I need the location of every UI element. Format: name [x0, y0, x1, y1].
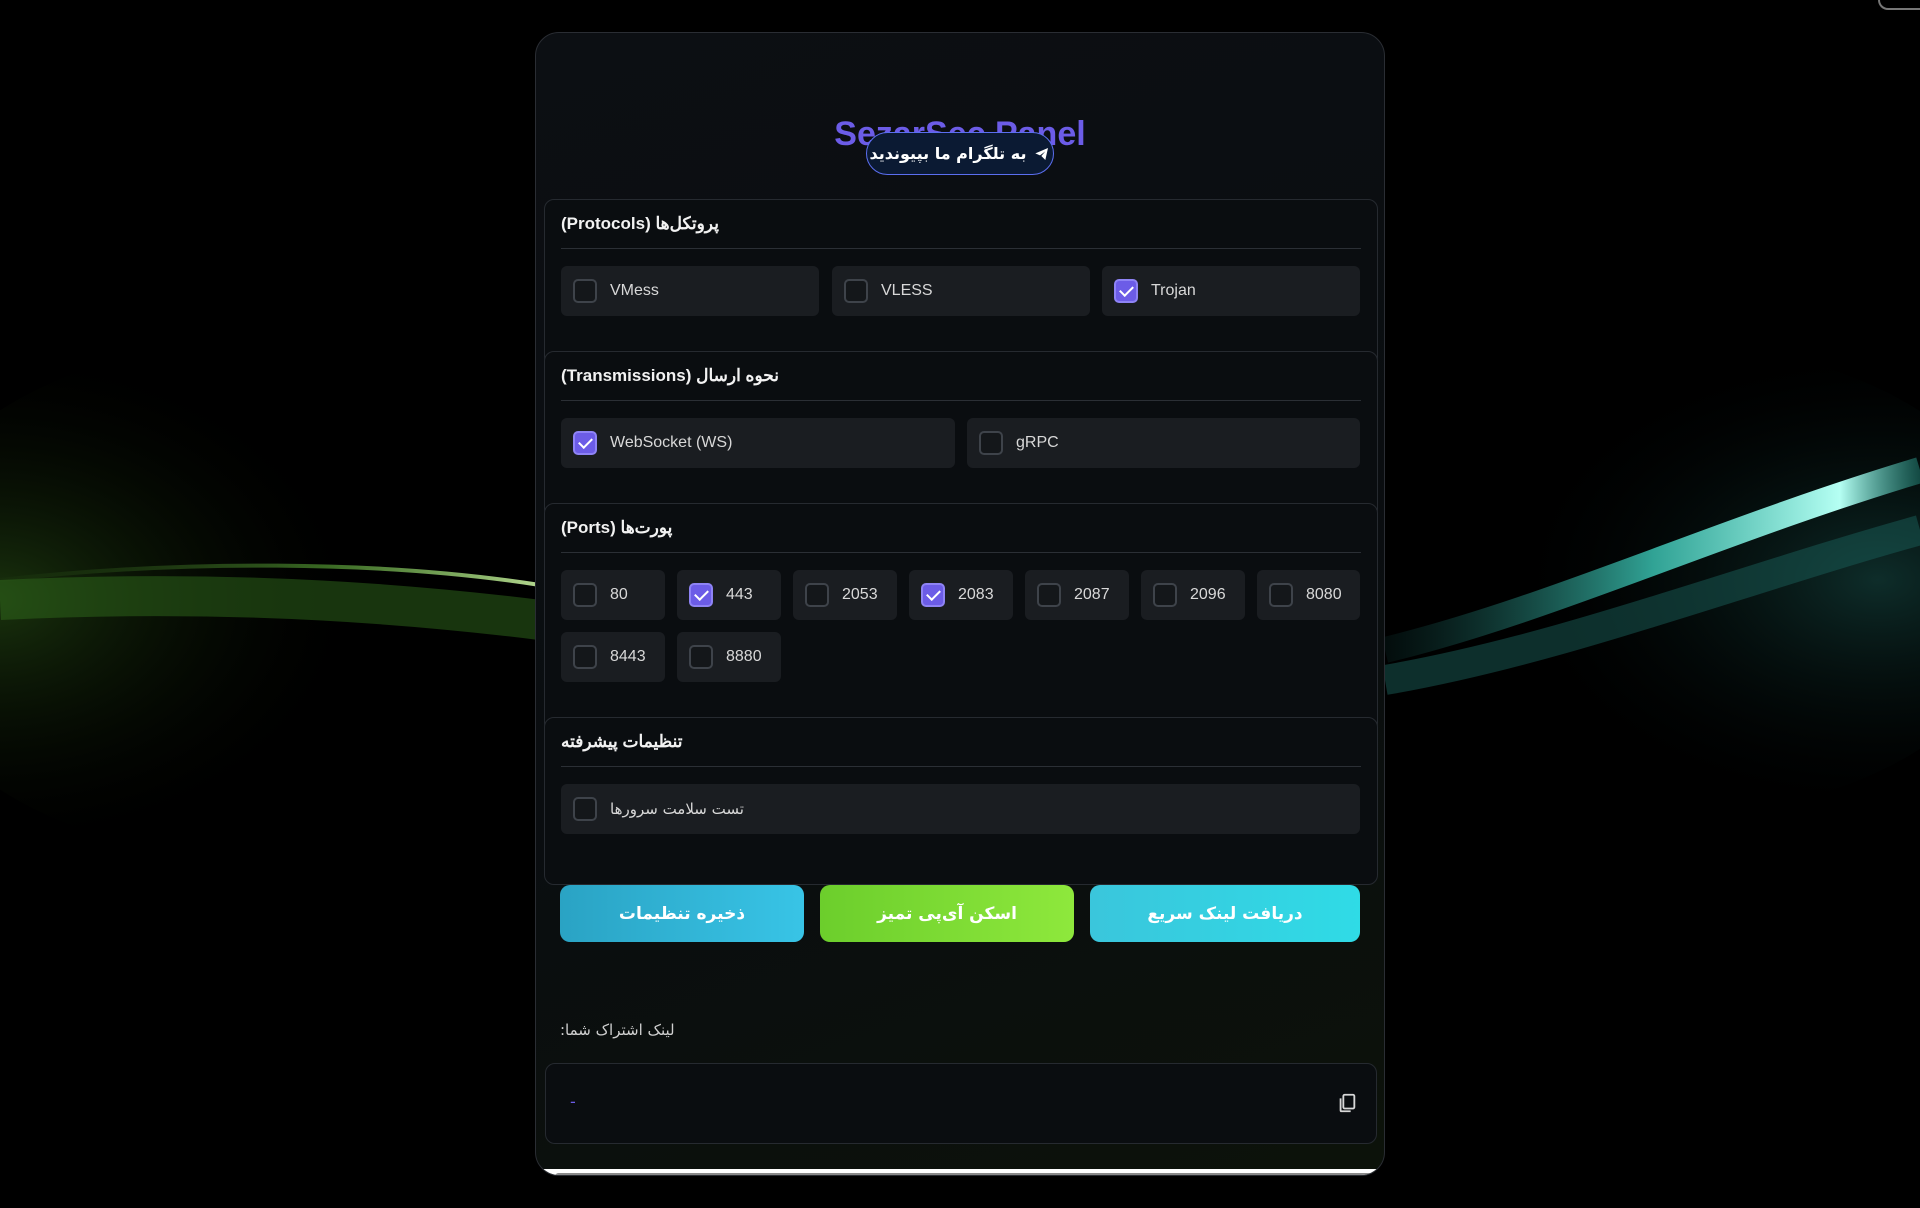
trojan-checkbox[interactable] [1114, 279, 1138, 303]
port-option-8443[interactable]: 8443 [561, 632, 665, 682]
port-option-80[interactable]: 80 [561, 570, 665, 620]
option-label: 8880 [726, 648, 762, 665]
option-label: 2053 [842, 586, 878, 603]
health-check-checkbox[interactable] [573, 797, 597, 821]
transmissions-title: نحوه ارسال (Transmissions) [561, 366, 1361, 401]
save-settings-label: ذخیره تنظیمات [618, 903, 746, 924]
option-label: 80 [610, 586, 628, 603]
option-label: WebSocket (WS) [610, 434, 733, 451]
option-label: 2083 [958, 586, 994, 603]
transmission-option-websocket[interactable]: WebSocket (WS) [561, 418, 955, 468]
save-settings-button[interactable]: ذخیره تنظیمات [560, 885, 804, 942]
port-8443-checkbox[interactable] [573, 645, 597, 669]
port-2087-checkbox[interactable] [1037, 583, 1061, 607]
port-option-2083[interactable]: 2083 [909, 570, 1013, 620]
port-option-8080[interactable]: 8080 [1257, 570, 1360, 620]
port-2083-checkbox[interactable] [921, 583, 945, 607]
port-8880-checkbox[interactable] [689, 645, 713, 669]
option-label: VMess [610, 282, 659, 299]
port-option-2087[interactable]: 2087 [1025, 570, 1129, 620]
option-label: gRPC [1016, 434, 1059, 451]
ports-section: پورت‌ها (Ports) 80 443 2053 2083 2087 20… [544, 503, 1378, 733]
quick-link-label: دریافت لینک سریع [1147, 903, 1303, 924]
port-443-checkbox[interactable] [689, 583, 713, 607]
protocols-title: پروتکل‌ها (Protocols) [561, 214, 1361, 249]
scan-clean-ip-label: اسکن آی‌پی تمیز [877, 903, 1017, 924]
quick-link-button[interactable]: دریافت لینک سریع [1090, 885, 1360, 942]
transmissions-section: نحوه ارسال (Transmissions) WebSocket (WS… [544, 351, 1378, 519]
telegram-icon [1035, 147, 1049, 160]
option-label: VLESS [881, 282, 933, 299]
port-option-2096[interactable]: 2096 [1141, 570, 1245, 620]
port-2053-checkbox[interactable] [805, 583, 829, 607]
telegram-join-label: به تلگرام ما بپیوندید [869, 144, 1027, 163]
option-label: 8080 [1306, 586, 1342, 603]
share-link-value: - [570, 1092, 576, 1111]
websocket-checkbox[interactable] [573, 431, 597, 455]
share-link-box[interactable]: - [545, 1063, 1377, 1144]
advanced-section: تنظیمات پیشرفته تست سلامت سرورها [544, 717, 1378, 885]
option-label: 2096 [1190, 586, 1226, 603]
corner-decoration [1878, 0, 1920, 10]
protocols-section: پروتکل‌ها (Protocols) VMess VLESS Trojan [544, 199, 1378, 367]
scan-clean-ip-button[interactable]: اسکن آی‌پی تمیز [820, 885, 1074, 942]
scrollbar-track[interactable] [555, 1173, 1383, 1175]
port-option-8880[interactable]: 8880 [677, 632, 781, 682]
protocol-option-vmess[interactable]: VMess [561, 266, 819, 316]
vless-checkbox[interactable] [844, 279, 868, 303]
option-label: Trojan [1151, 282, 1196, 299]
horizontal-scrollbar[interactable] [537, 1169, 1384, 1175]
port-80-checkbox[interactable] [573, 583, 597, 607]
advanced-option-health-check[interactable]: تست سلامت سرورها [561, 784, 1360, 834]
grpc-checkbox[interactable] [979, 431, 1003, 455]
protocol-option-vless[interactable]: VLESS [832, 266, 1090, 316]
vmess-checkbox[interactable] [573, 279, 597, 303]
protocol-option-trojan[interactable]: Trojan [1102, 266, 1360, 316]
option-label: 443 [726, 586, 753, 603]
telegram-join-button[interactable]: به تلگرام ما بپیوندید [866, 132, 1054, 175]
copy-icon[interactable] [1336, 1092, 1358, 1114]
port-2096-checkbox[interactable] [1153, 583, 1177, 607]
port-option-2053[interactable]: 2053 [793, 570, 897, 620]
main-panel: SezarSec Panel به تلگرام ما بپیوندید پرو… [535, 32, 1385, 1176]
option-label: 8443 [610, 648, 646, 665]
transmission-option-grpc[interactable]: gRPC [967, 418, 1360, 468]
ports-title: پورت‌ها (Ports) [561, 518, 1361, 553]
port-option-443[interactable]: 443 [677, 570, 781, 620]
port-8080-checkbox[interactable] [1269, 583, 1293, 607]
share-link-label: لینک اشتراک شما: [560, 1021, 675, 1039]
option-label: تست سلامت سرورها [610, 800, 744, 818]
advanced-title: تنظیمات پیشرفته [561, 732, 1361, 767]
option-label: 2087 [1074, 586, 1110, 603]
